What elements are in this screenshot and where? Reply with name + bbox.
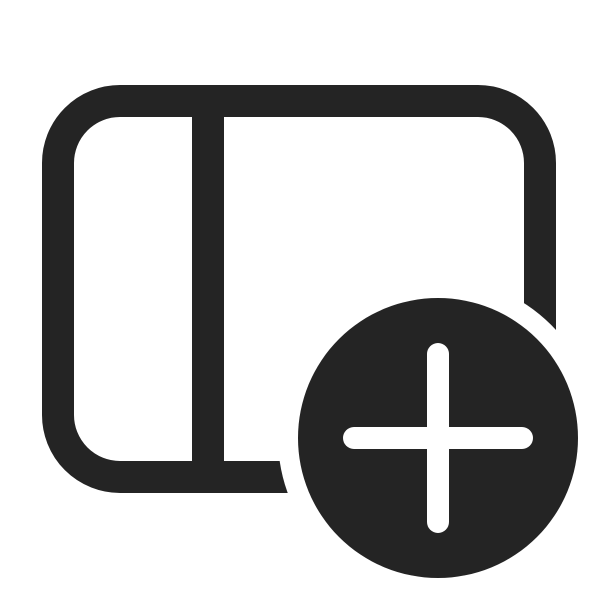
panel-left-add-icon — [42, 85, 578, 578]
icon-canvas — [0, 0, 600, 600]
add-badge — [298, 298, 578, 578]
sidebar-divider — [192, 101, 224, 477]
